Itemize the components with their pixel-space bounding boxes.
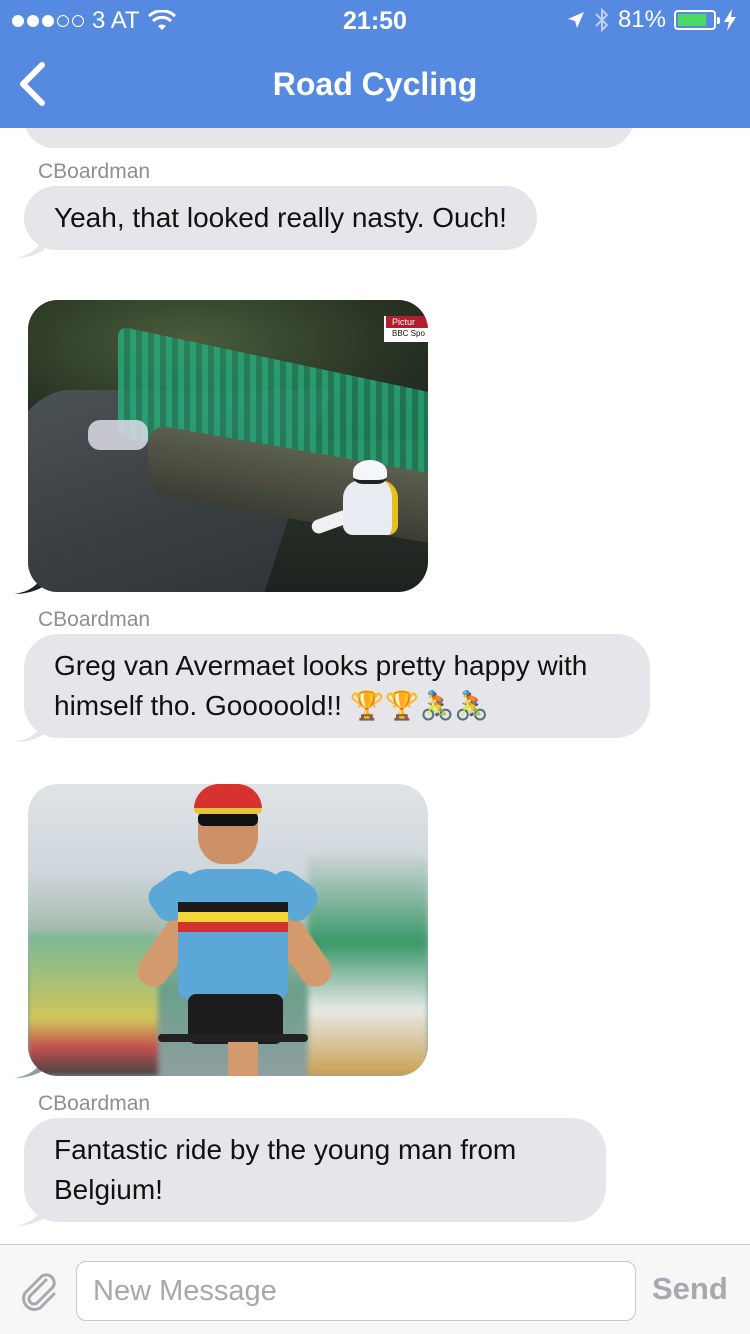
message-bubble[interactable]: Fantastic ride by the young man from Bel… [24,1118,606,1222]
crash-photo[interactable]: Pictur BBC Spo [28,300,428,592]
rider-helmet [353,460,387,484]
message-text: Yeah, that looked really nasty. Ouch! [54,202,507,233]
paperclip-icon [22,1273,56,1311]
battery-tip [717,17,720,24]
photo-vehicle [88,420,148,450]
message-list[interactable]: CBoardman Yeah, that looked really nasty… [0,128,750,1244]
battery-fill [678,14,706,26]
message-bubble[interactable]: Yeah, that looked really nasty. Ouch! [24,186,537,250]
photo-crowd-left [28,934,158,1076]
jersey-stripe-black [178,902,288,912]
message-sender: CBoardman [38,1092,151,1115]
rider-helmet [194,784,262,814]
battery-icon [674,10,720,30]
location-arrow-icon [567,12,584,28]
broadcaster-logo-top: Pictur [386,316,428,328]
photo-rider [309,460,403,550]
jersey-stripe-yellow [178,912,288,922]
message-sender: CBoardman [38,160,151,183]
navigation-bar: Road Cycling [0,40,750,128]
bluetooth-icon [595,7,609,33]
message-sender: CBoardman [38,608,151,631]
message-composer: Send [0,1244,750,1334]
rider-jersey [178,869,288,999]
previous-message-bubble [24,128,634,148]
message-text: Greg van Avermaet looks pretty happy wit… [54,650,588,721]
rider-body [343,480,398,535]
winner-photo[interactable] [28,784,428,1076]
rider-glasses [198,812,258,826]
header: 3 AT 21:50 81% Road Cycling [0,0,750,128]
send-button[interactable]: Send [652,1271,728,1307]
bike-handlebars [158,1034,308,1042]
broadcaster-logo-bottom: BBC Spo [392,329,425,338]
message-bubble[interactable]: Greg van Avermaet looks pretty happy wit… [24,634,650,738]
charging-bolt-icon [724,9,736,31]
broadcaster-logo: Pictur BBC Spo [384,316,428,342]
attach-button[interactable] [14,1267,64,1315]
status-bar: 3 AT 21:50 81% [0,0,750,40]
jersey-stripe-red [178,922,288,932]
message-input[interactable] [76,1261,636,1321]
battery-percent: 81% [617,6,666,33]
page-title: Road Cycling [272,66,478,102]
status-right: 81% [566,6,736,34]
message-text: Fantastic ride by the young man from Bel… [54,1134,517,1205]
